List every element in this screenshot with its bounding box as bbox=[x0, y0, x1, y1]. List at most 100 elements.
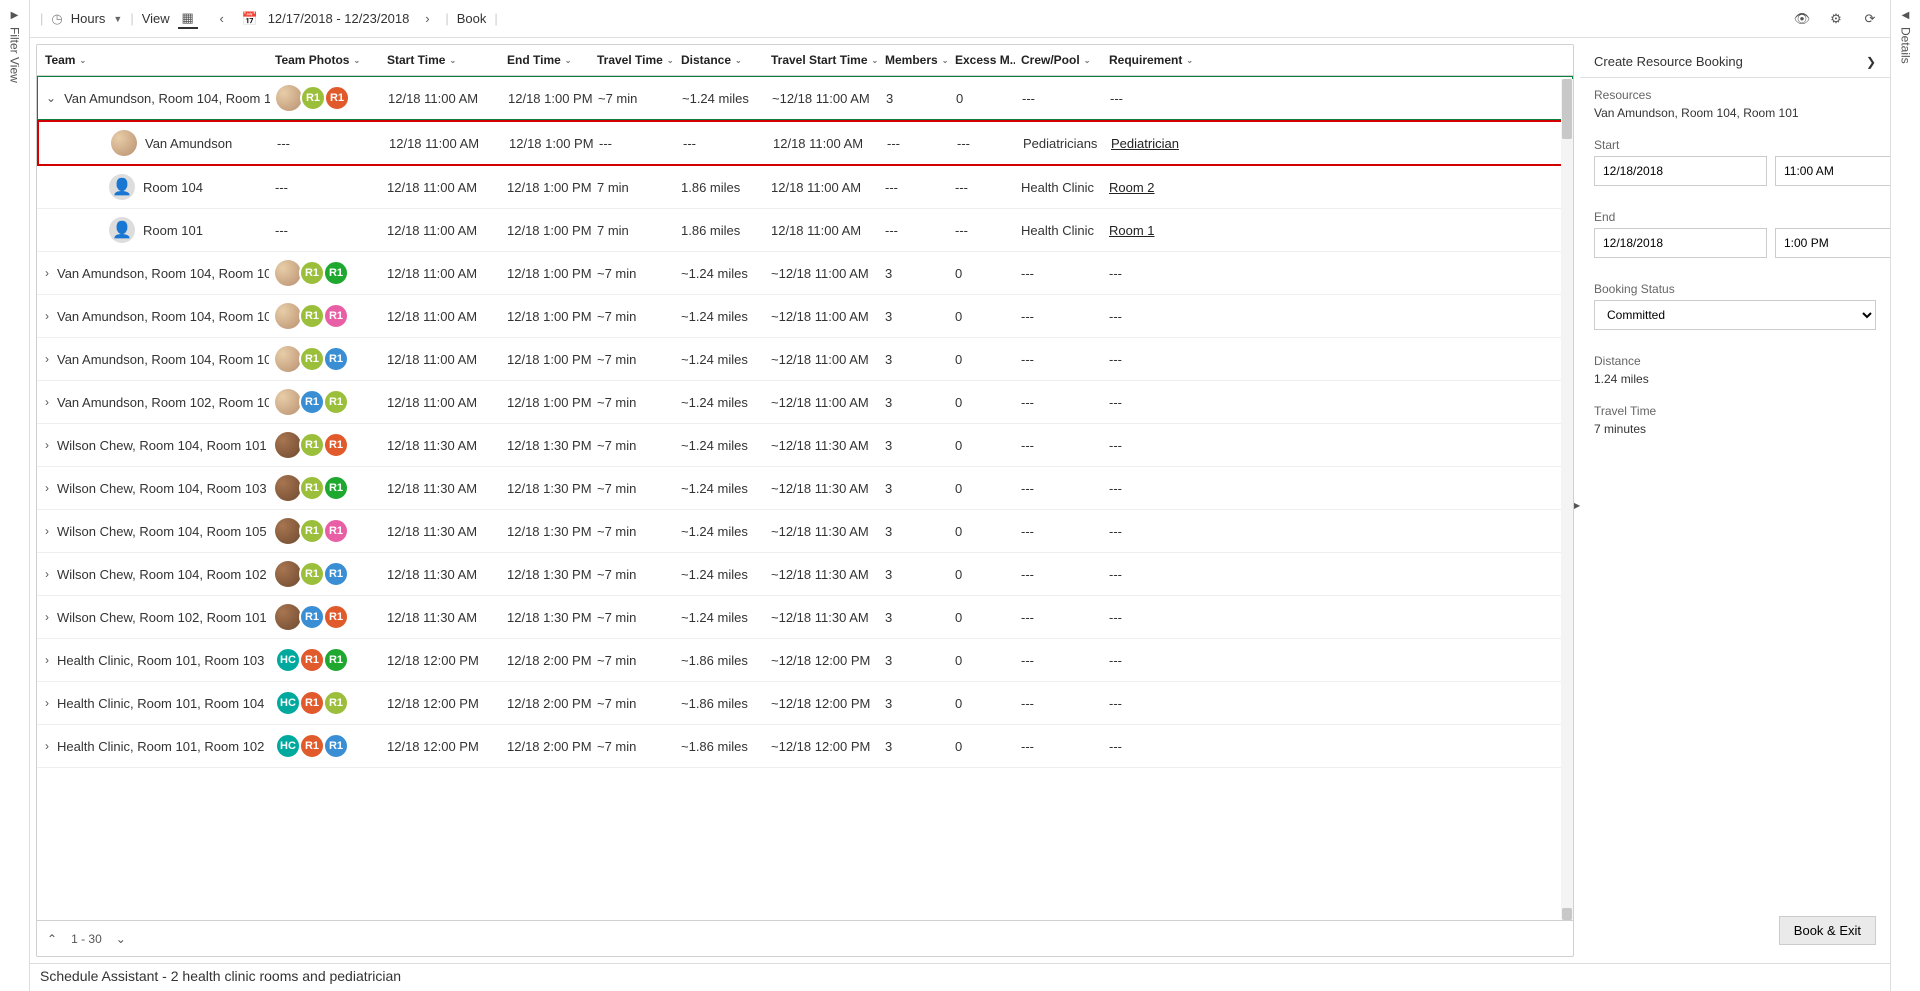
cell-tstart: 12/18 11:00 AM bbox=[765, 215, 879, 246]
prev-icon[interactable]: ‹ bbox=[212, 9, 232, 29]
team-photos: HCR1R1 bbox=[269, 682, 381, 724]
book-label[interactable]: Book bbox=[457, 11, 487, 26]
cell-crew: --- bbox=[1015, 344, 1103, 375]
cell-distance: ~1.24 miles bbox=[675, 258, 765, 289]
col-travel[interactable]: Travel Time⌄ bbox=[591, 45, 675, 75]
left-rail-label[interactable]: Filter View bbox=[8, 27, 22, 83]
expand-icon[interactable]: › bbox=[45, 653, 49, 667]
cell-distance: 1.86 miles bbox=[675, 215, 765, 246]
table-row[interactable]: Room 101---12/18 11:00 AM12/18 1:00 PM7 … bbox=[37, 209, 1573, 252]
table-row[interactable]: ›Van Amundson, Room 104, Room 102R1R112/… bbox=[37, 338, 1573, 381]
calendar-icon[interactable]: 📅 bbox=[240, 9, 260, 29]
cell-excess: 0 bbox=[949, 473, 1015, 504]
table-row[interactable]: ›Van Amundson, Room 104, Room 105R1R112/… bbox=[37, 295, 1573, 338]
team-photos: R1R1 bbox=[269, 424, 381, 466]
avatar bbox=[275, 389, 301, 415]
expand-icon[interactable]: › bbox=[45, 438, 49, 452]
expand-icon[interactable]: › bbox=[45, 481, 49, 495]
expand-icon[interactable]: › bbox=[45, 610, 49, 624]
col-team[interactable]: Team⌄ bbox=[37, 45, 269, 75]
expand-icon[interactable]: › bbox=[45, 567, 49, 581]
table-row[interactable]: ›Health Clinic, Room 101, Room 102HCR1R1… bbox=[37, 725, 1573, 768]
gear-icon[interactable]: ⚙ bbox=[1826, 9, 1846, 29]
requirement-link[interactable]: Room 1 bbox=[1109, 223, 1155, 238]
cell-tstart: ~12/18 12:00 PM bbox=[765, 645, 879, 676]
requirement-link[interactable]: Pediatrician bbox=[1111, 136, 1179, 151]
table-row[interactable]: ›Health Clinic, Room 101, Room 103HCR1R1… bbox=[37, 639, 1573, 682]
book-exit-button[interactable]: Book & Exit bbox=[1779, 916, 1876, 945]
table-row[interactable]: Van Amundson---12/18 11:00 AM12/18 1:00 … bbox=[37, 120, 1573, 166]
scroll-thumb[interactable] bbox=[1562, 79, 1572, 139]
col-members[interactable]: Members⌄ bbox=[879, 45, 949, 75]
team-name: Van Amundson bbox=[145, 136, 232, 151]
filter-icon[interactable]: ▶ bbox=[11, 10, 19, 21]
cell-distance: ~1.24 miles bbox=[675, 301, 765, 332]
details-collapse-icon[interactable]: ◀ bbox=[1902, 10, 1910, 21]
table-row[interactable]: ›Wilson Chew, Room 104, Room 101R1R112/1… bbox=[37, 424, 1573, 467]
col-travel-start[interactable]: Travel Start Time⌄ bbox=[765, 45, 879, 75]
table-row[interactable]: Room 104---12/18 11:00 AM12/18 1:00 PM7 … bbox=[37, 166, 1573, 209]
start-date-input[interactable] bbox=[1594, 156, 1767, 186]
team-name: Wilson Chew, Room 104, Room 102 bbox=[57, 567, 267, 582]
scroll-thumb-end[interactable] bbox=[1562, 908, 1572, 920]
table-row[interactable]: ›Health Clinic, Room 101, Room 104HCR1R1… bbox=[37, 682, 1573, 725]
table-row[interactable]: ›Van Amundson, Room 102, Room 104R1R112/… bbox=[37, 381, 1573, 424]
table-row[interactable]: ›Wilson Chew, Room 104, Room 103R1R112/1… bbox=[37, 467, 1573, 510]
chevron-down-icon: ⌄ bbox=[565, 56, 572, 65]
cell-crew: Health Clinic bbox=[1015, 172, 1103, 203]
cell-requirement[interactable]: Room 2 bbox=[1103, 172, 1193, 203]
page-down-icon[interactable]: ⌄ bbox=[116, 932, 126, 946]
date-range[interactable]: 12/17/2018 - 12/23/2018 bbox=[268, 11, 410, 26]
cell-requirement: --- bbox=[1103, 387, 1193, 418]
expand-icon[interactable]: › bbox=[45, 524, 49, 538]
col-requirement[interactable]: Requirement⌄ bbox=[1103, 45, 1193, 75]
cell-start: 12/18 11:00 AM bbox=[381, 344, 501, 375]
col-excess[interactable]: Excess M...⌄ bbox=[949, 45, 1015, 75]
avatar: R1 bbox=[323, 389, 349, 415]
page-up-icon[interactable]: ⌃ bbox=[47, 932, 57, 946]
cell-requirement[interactable]: Pediatrician bbox=[1105, 128, 1195, 159]
table-row[interactable]: ⌄Van Amundson, Room 104, Room 101R1R112/… bbox=[37, 76, 1573, 120]
expand-icon[interactable]: › bbox=[45, 696, 49, 710]
table-row[interactable]: ›Wilson Chew, Room 102, Room 101R1R112/1… bbox=[37, 596, 1573, 639]
table-row[interactable]: ›Wilson Chew, Room 104, Room 105R1R112/1… bbox=[37, 510, 1573, 553]
col-end[interactable]: End Time⌄ bbox=[501, 45, 591, 75]
team-photos: R1R1 bbox=[270, 77, 382, 119]
refresh-icon[interactable]: ⟳ bbox=[1860, 9, 1880, 29]
col-photos[interactable]: Team Photos⌄ bbox=[269, 45, 381, 75]
scrollbar[interactable] bbox=[1561, 79, 1573, 920]
expand-icon[interactable]: › bbox=[45, 266, 49, 280]
grid-view-icon[interactable]: ▦ bbox=[178, 9, 198, 29]
hours-label[interactable]: Hours bbox=[71, 11, 106, 26]
panel-collapse-icon[interactable]: ❯ bbox=[1866, 55, 1876, 69]
expand-icon[interactable]: › bbox=[45, 739, 49, 753]
right-rail-label[interactable]: Details bbox=[1899, 27, 1913, 64]
expand-icon[interactable]: › bbox=[45, 395, 49, 409]
cell-distance: ~1.86 miles bbox=[675, 688, 765, 719]
eye-icon[interactable]: 👁 bbox=[1792, 9, 1812, 29]
next-icon[interactable]: › bbox=[417, 9, 437, 29]
team-photos: R1R1 bbox=[269, 510, 381, 552]
expand-icon[interactable]: › bbox=[45, 309, 49, 323]
cell-excess: 0 bbox=[949, 645, 1015, 676]
end-time-input[interactable] bbox=[1775, 228, 1890, 258]
start-time-input[interactable] bbox=[1775, 156, 1890, 186]
avatar bbox=[109, 174, 135, 200]
cell-end: 12/18 1:00 PM bbox=[502, 83, 592, 114]
col-crew[interactable]: Crew/Pool⌄ bbox=[1015, 45, 1103, 75]
requirement-link[interactable]: Room 2 bbox=[1109, 180, 1155, 195]
col-distance[interactable]: Distance⌄ bbox=[675, 45, 765, 75]
cell-requirement[interactable]: Room 1 bbox=[1103, 215, 1193, 246]
cell-distance: ~1.86 miles bbox=[675, 731, 765, 762]
hours-dropdown-icon[interactable]: ▼ bbox=[113, 14, 122, 24]
expand-icon[interactable]: › bbox=[45, 352, 49, 366]
collapse-icon[interactable]: ⌄ bbox=[46, 91, 56, 105]
end-date-input[interactable] bbox=[1594, 228, 1767, 258]
cell-end: 12/18 1:00 PM bbox=[501, 215, 591, 246]
col-start[interactable]: Start Time⌄ bbox=[381, 45, 501, 75]
status-select[interactable]: Committed bbox=[1594, 300, 1876, 330]
table-row[interactable]: ›Van Amundson, Room 104, Room 103R1R112/… bbox=[37, 252, 1573, 295]
table-row[interactable]: ›Wilson Chew, Room 104, Room 102R1R112/1… bbox=[37, 553, 1573, 596]
expand-left-icon[interactable]: ▶ bbox=[1574, 501, 1580, 510]
cell-distance: ~1.24 miles bbox=[675, 344, 765, 375]
